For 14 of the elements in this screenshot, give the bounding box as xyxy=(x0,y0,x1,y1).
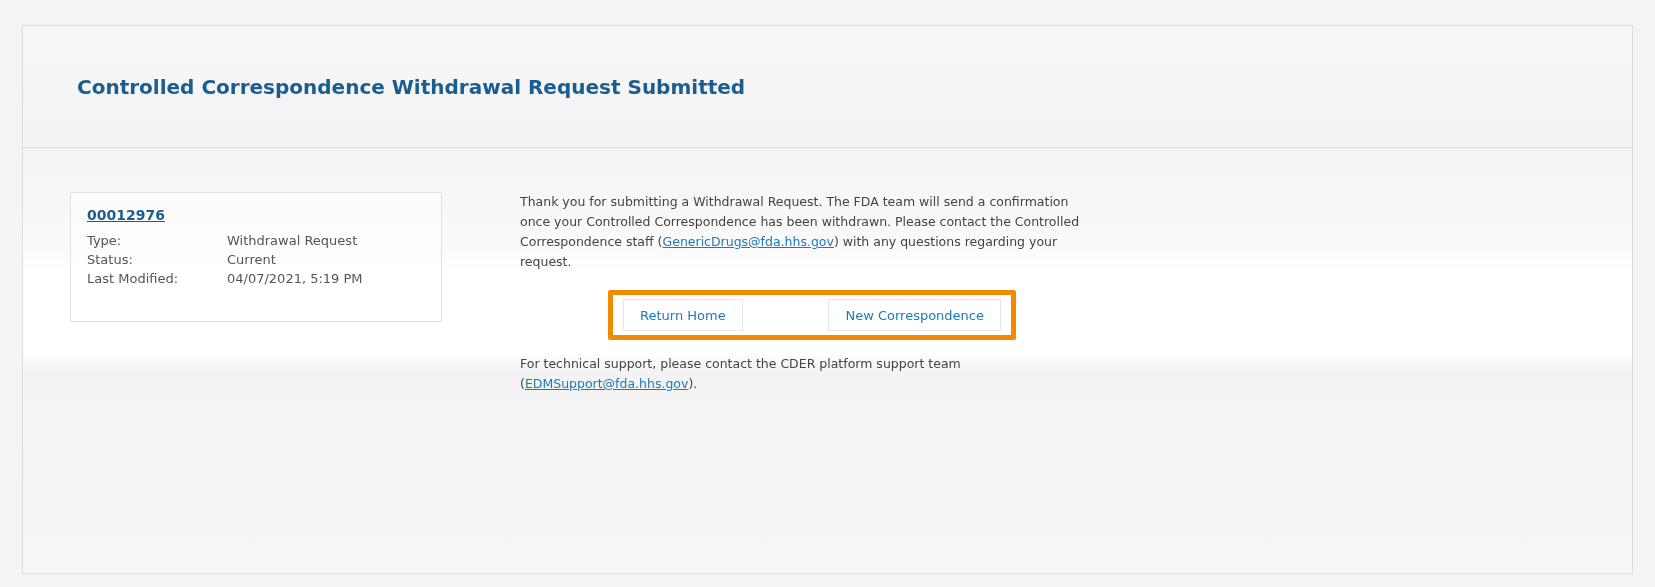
field-label: Last Modified: xyxy=(87,270,180,288)
field-value: 04/07/2021, 5:19 PM xyxy=(227,270,363,288)
field-value: Withdrawal Request xyxy=(227,232,358,250)
field-label: Type: xyxy=(87,232,123,250)
action-button[interactable]: Return Home xyxy=(623,299,743,331)
field-value: Current xyxy=(227,251,276,269)
field-label: Status: xyxy=(87,251,134,269)
page-title: Controlled Correspondence Withdrawal Request Submitted xyxy=(77,74,746,99)
support-message: For technical support, please contact the CDER platform support team (EDMSupport@fda.hhs.gov). xyxy=(520,355,962,393)
action-button[interactable]: New Correspondence xyxy=(828,299,1001,331)
record-number-link[interactable]: 00012976 xyxy=(87,207,165,223)
email-link[interactable]: GenericDrugs@fda.hhs.gov xyxy=(662,234,834,249)
email-link[interactable]: EDMSupport@fda.hhs.gov xyxy=(524,376,689,391)
confirmation-message: Thank you for submitting a Withdrawal Request. The FDA team will send a confirmation once your Controlled Correspondence has been withdrawn. Please contact the Controlled Correspondence staff (GenericDrugs@fda.hhs.gov) with any questions regarding your request. xyxy=(520,193,1080,271)
